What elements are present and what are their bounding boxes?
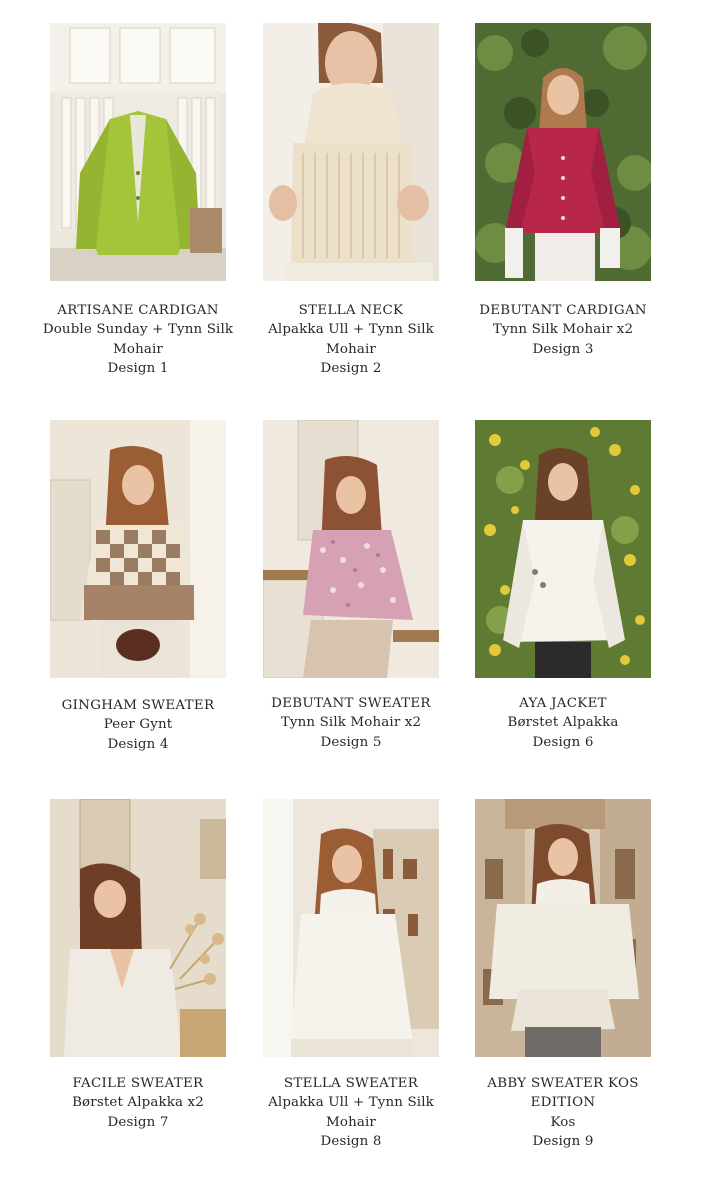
design-title: ABBY SWEATER KOS EDITION <box>487 1076 639 1111</box>
design-title: DEBUTANT CARDIGAN <box>479 303 647 318</box>
design-number: Design 5 <box>320 734 382 750</box>
design-number: Design 1 <box>107 361 169 377</box>
design-title: STELLA SWEATER <box>283 1076 419 1091</box>
design-number: Design 3 <box>532 341 594 357</box>
product-photo[interactable] <box>475 23 651 281</box>
design-number: Design 8 <box>320 1134 382 1150</box>
product-photo[interactable] <box>263 799 439 1057</box>
yarn-name: Børstet Alpakka x2 <box>72 1095 204 1111</box>
design-title: AYA JACKET <box>519 696 607 711</box>
yarn-name: Alpakka Ull + Tynn Silk Mohair <box>268 1095 434 1130</box>
design-title: ARTISANE CARDIGAN <box>57 303 219 318</box>
yarn-name: Tynn Silk Mohair x2 <box>280 715 422 731</box>
yarn-name: Double Sunday + Tynn Silk Mohair <box>42 322 234 357</box>
design-title: FACILE SWEATER <box>72 1076 204 1091</box>
design-number: Design 6 <box>532 734 594 750</box>
design-number: Design 9 <box>532 1134 594 1150</box>
product-photo[interactable] <box>475 420 651 678</box>
yarn-name: Børstet Alpakka <box>507 715 619 731</box>
yarn-name: Alpakka Ull + Tynn Silk Mohair <box>268 322 434 357</box>
yarn-name: Tynn Silk Mohair x2 <box>492 322 634 338</box>
design-title: GINGHAM SWEATER <box>61 698 215 713</box>
design-number: Design 2 <box>320 361 382 377</box>
product-photo[interactable] <box>50 799 226 1057</box>
design-number: Design 4 <box>107 736 169 752</box>
product-photo[interactable] <box>263 420 439 678</box>
product-photo[interactable] <box>475 799 651 1057</box>
product-photo[interactable] <box>50 23 226 281</box>
design-number: Design 7 <box>107 1114 169 1130</box>
product-photo[interactable] <box>263 23 439 281</box>
product-photo[interactable] <box>50 420 226 678</box>
yarn-name: Kos <box>550 1114 576 1130</box>
yarn-name: Peer Gynt <box>103 717 173 733</box>
design-title: STELLA NECK <box>298 303 404 318</box>
design-title: DEBUTANT SWEATER <box>271 696 431 711</box>
